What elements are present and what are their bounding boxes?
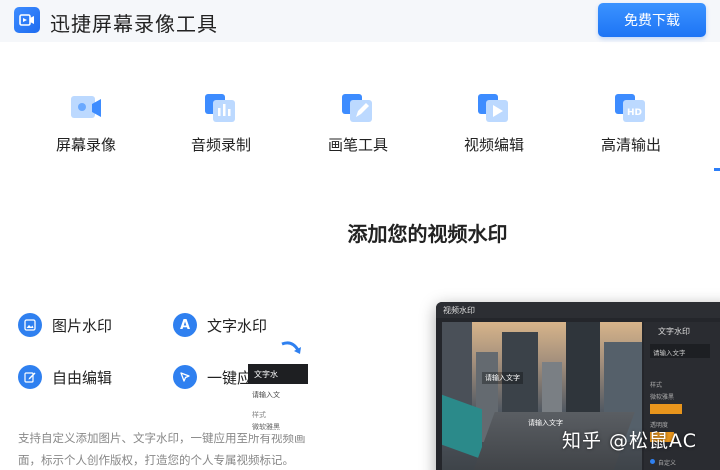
preview-style-label: 样式 (650, 382, 663, 389)
popup-font-label: 微软雅黑 (252, 423, 280, 431)
tab-audio-record[interactable]: 音频录制 (166, 90, 276, 155)
preview-text-input: 请输入文字 (650, 344, 710, 358)
overlay-watermark: 知乎 @松鼠AC (562, 430, 697, 452)
tab-label: 音频录制 (190, 136, 251, 154)
svg-text:HD: HD (627, 108, 642, 118)
description-line: 面，标示个人创作版权，打造您的个人专属视频标记。 (18, 453, 294, 467)
preview-window-title: 视频水印 (436, 302, 720, 318)
app-logo-icon (14, 7, 40, 33)
tab-screen-record[interactable]: 屏幕录像 (31, 90, 141, 155)
preview-color-swatch (650, 404, 682, 414)
preview-watermark-text-2: 请输入文字 (528, 419, 563, 427)
free-download-button[interactable]: 免费下载 (598, 3, 706, 37)
image-icon (18, 313, 42, 337)
pen-tool-icon (340, 90, 376, 126)
option-text-watermark[interactable]: A 文字水印 (173, 313, 267, 337)
preview-panel-tab: 文字水印 (658, 327, 690, 336)
top-header: 迅捷屏幕录像工具 免费下载 (0, 0, 720, 42)
text-a-icon: A (173, 313, 197, 337)
tab-label: 画笔工具 (327, 136, 388, 154)
preview-watermark-text-1: 请输入文字 (482, 372, 523, 384)
radio-dot-icon (650, 459, 655, 464)
edit-icon (18, 365, 42, 389)
option-label: 自由编辑 (52, 368, 113, 387)
popup-style-label: 样式 (252, 411, 266, 419)
tab-label: 视频编辑 (463, 136, 524, 154)
feature-tabs: 屏幕录像 音频录制 画笔工具 视频编辑 HD 高清输出 (0, 90, 720, 170)
tab-hd-output[interactable]: HD 高清输出 (576, 90, 686, 155)
preview-font-label: 微软雅黑 (650, 394, 675, 401)
cursor-icon (173, 365, 197, 389)
option-image-watermark[interactable]: 图片水印 (18, 313, 112, 337)
audio-record-icon (203, 90, 239, 126)
preview-radio-label: 自定义 (658, 460, 677, 467)
tab-video-edit[interactable]: 视频编辑 (439, 90, 549, 155)
arrow-icon (280, 338, 306, 364)
tab-pen-tool[interactable]: 画笔工具 (303, 90, 413, 155)
option-free-edit[interactable]: 自由编辑 (18, 365, 112, 389)
app-title: 迅捷屏幕录像工具 (50, 12, 218, 36)
popup-title: 文字水 (248, 364, 308, 384)
section-title: 添加您的视频水印 (347, 222, 508, 246)
hd-output-icon: HD (613, 90, 649, 126)
tab-label: 屏幕录像 (55, 136, 116, 154)
option-label: 图片水印 (52, 316, 113, 335)
popup-input: 请输入文 (252, 391, 280, 399)
preview-popup-panel: 文字水 请输入文 样式 微软雅黑 (248, 364, 308, 434)
option-label: 文字水印 (207, 316, 268, 335)
video-edit-icon (476, 90, 512, 126)
tab-indicator (714, 168, 720, 171)
tab-label: 高清输出 (600, 136, 661, 154)
screen-record-icon (68, 90, 104, 126)
